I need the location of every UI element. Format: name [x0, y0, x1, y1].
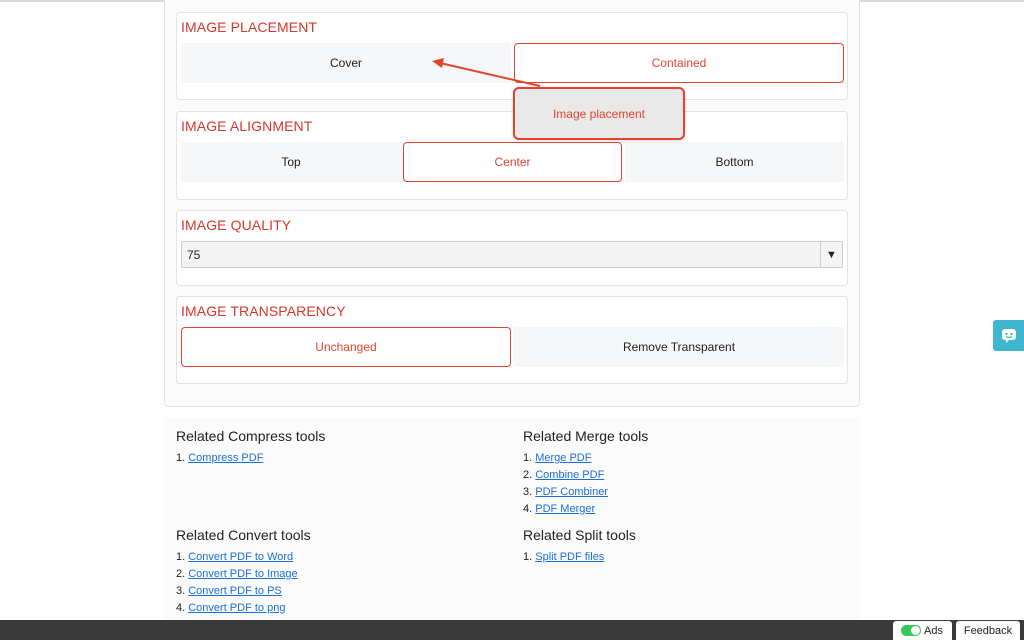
image-quality-section: IMAGE QUALITY 75 ▼ [176, 210, 848, 286]
convert-pdf-to-ps-link[interactable]: Convert PDF to PS [188, 585, 282, 597]
image-quality-title: IMAGE QUALITY [181, 217, 292, 233]
convert-pdf-to-image-link[interactable]: Convert PDF to Image [188, 568, 297, 580]
list-item: 1. Compress PDF [176, 452, 264, 464]
image-placement-title: IMAGE PLACEMENT [181, 19, 318, 35]
list-item: 1. Convert PDF to Word [176, 551, 294, 563]
image-placement-section: IMAGE PLACEMENT Cover Contained [176, 12, 848, 100]
compress-pdf-link[interactable]: Compress PDF [188, 452, 263, 464]
placement-contained-option[interactable]: Contained [514, 43, 844, 83]
alignment-center-option[interactable]: Center [403, 142, 622, 182]
list-item: 2. Combine PDF [523, 469, 605, 481]
alignment-bottom-option[interactable]: Bottom [625, 142, 844, 182]
related-split-title: Related Split tools [523, 527, 636, 543]
related-convert-group: Related Convert tools 1. Convert PDF to … [176, 527, 311, 617]
transparency-remove-option[interactable]: Remove Transparent [514, 327, 844, 367]
quality-select-value: 75 [187, 247, 201, 262]
ads-toggle-button[interactable]: Ads [893, 621, 952, 640]
related-split-group: Related Split tools 1. Split PDF files [523, 527, 636, 566]
image-alignment-title: IMAGE ALIGNMENT [181, 118, 313, 134]
list-item: 3. PDF Combiner [523, 486, 608, 498]
toggle-icon[interactable] [901, 625, 921, 636]
related-convert-title: Related Convert tools [176, 527, 311, 543]
chat-bubble-icon [1001, 328, 1016, 343]
related-merge-group: Related Merge tools 1. Merge PDF 2. Comb… [523, 428, 648, 518]
list-item: 1. Merge PDF [523, 452, 592, 464]
image-placement-tooltip: Image placement [513, 87, 685, 140]
placement-cover-option[interactable]: Cover [181, 43, 511, 83]
chat-tab[interactable] [993, 320, 1024, 351]
list-item: 4. PDF Merger [523, 503, 596, 515]
convert-pdf-to-png-link[interactable]: Convert PDF to png [188, 602, 285, 614]
combine-pdf-link[interactable]: Combine PDF [535, 469, 604, 481]
related-merge-title: Related Merge tools [523, 428, 649, 444]
list-item: 1. Split PDF files [523, 551, 605, 563]
related-tools-section: Related Compress tools 1. Compress PDF R… [164, 418, 860, 640]
list-item: 3. Convert PDF to PS [176, 585, 282, 597]
quality-select[interactable]: 75 ▼ [181, 241, 843, 268]
alignment-top-option[interactable]: Top [181, 142, 401, 182]
bottom-bar [0, 620, 1024, 640]
dropdown-arrow-icon[interactable]: ▼ [820, 242, 842, 267]
list-item: 4. Convert PDF to png [176, 602, 286, 614]
transparency-unchanged-option[interactable]: Unchanged [181, 327, 511, 367]
related-compress-title: Related Compress tools [176, 428, 326, 444]
image-alignment-section: IMAGE ALIGNMENT Top Center Bottom [176, 111, 848, 200]
ads-label: Ads [924, 624, 943, 637]
image-transparency-title: IMAGE TRANSPARENCY [181, 303, 346, 319]
split-pdf-files-link[interactable]: Split PDF files [535, 551, 604, 563]
pdf-combiner-link[interactable]: PDF Combiner [535, 486, 608, 498]
related-compress-group: Related Compress tools 1. Compress PDF [176, 428, 325, 467]
convert-pdf-to-word-link[interactable]: Convert PDF to Word [188, 551, 293, 563]
image-transparency-section: IMAGE TRANSPARENCY Unchanged Remove Tran… [176, 296, 848, 384]
merge-pdf-link[interactable]: Merge PDF [535, 452, 591, 464]
list-item: 2. Convert PDF to Image [176, 568, 298, 580]
pdf-merger-link[interactable]: PDF Merger [535, 503, 595, 515]
feedback-button[interactable]: Feedback [956, 621, 1020, 640]
